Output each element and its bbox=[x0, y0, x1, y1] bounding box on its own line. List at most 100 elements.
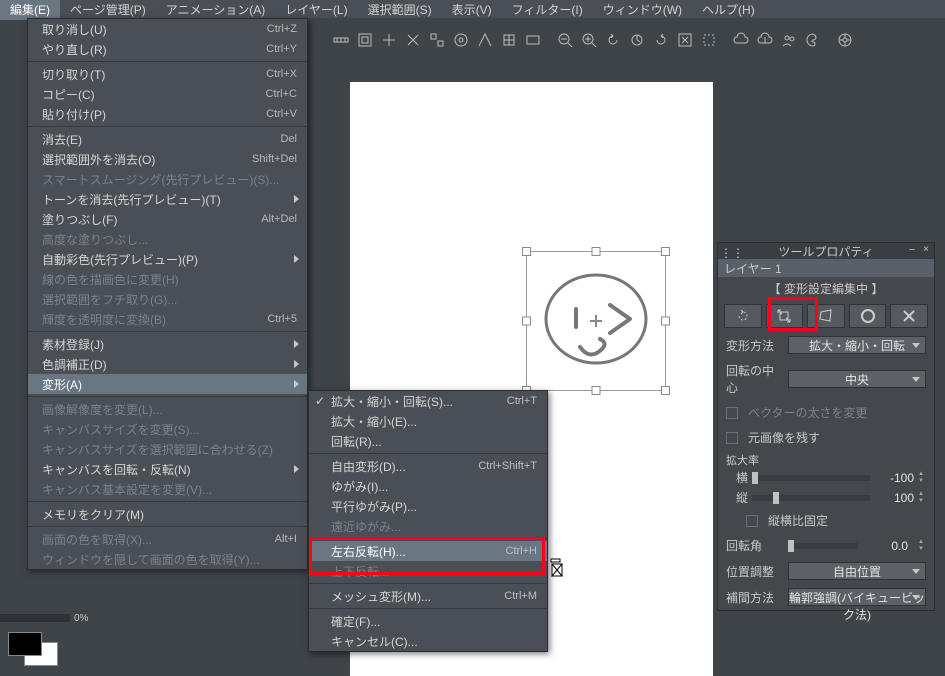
mi-auto-color[interactable]: 自動彩色(先行プレビュー)(P) bbox=[28, 249, 307, 269]
tool-snap3-icon[interactable] bbox=[402, 29, 424, 51]
mi-undo[interactable]: 取り消し(U)Ctrl+Z bbox=[28, 19, 307, 39]
add-cloud-icon[interactable] bbox=[730, 29, 752, 51]
check-keep-orig[interactable] bbox=[726, 432, 738, 444]
tool-snap2-icon[interactable] bbox=[378, 29, 400, 51]
smi-scale-rotate[interactable]: 拡大・縮小・回転(S)...Ctrl+T bbox=[309, 391, 547, 411]
menu-filter[interactable]: フィルター(I) bbox=[502, 0, 593, 20]
menu-page[interactable]: ページ管理(P) bbox=[60, 0, 156, 20]
mi-erase-tone[interactable]: トーンを消去(先行プレビュー)(T) bbox=[28, 189, 307, 209]
smi-distort[interactable]: ゆがみ(I)... bbox=[309, 476, 547, 496]
stepper-v[interactable]: ▲▼ bbox=[916, 491, 926, 505]
smi-scale[interactable]: 拡大・縮小(E)... bbox=[309, 411, 547, 431]
slider-h[interactable] bbox=[752, 475, 870, 481]
progress: 0% bbox=[0, 610, 100, 626]
mi-color-correction[interactable]: 色調補正(D) bbox=[28, 354, 307, 374]
menu-window[interactable]: ウィンドウ(W) bbox=[593, 0, 692, 20]
smi-confirm[interactable]: 確定(F)... bbox=[309, 611, 547, 631]
support-icon[interactable] bbox=[834, 29, 856, 51]
check-vector-width[interactable] bbox=[726, 407, 738, 419]
tool-snap6-icon[interactable] bbox=[474, 29, 496, 51]
mi-erase[interactable]: 消去(E)Del bbox=[28, 129, 307, 149]
handle-l[interactable] bbox=[522, 317, 531, 326]
select-method[interactable]: 拡大・縮小・回転 bbox=[788, 336, 926, 354]
rotate-reset-icon[interactable] bbox=[626, 29, 648, 51]
drawing-face-icon bbox=[540, 265, 656, 381]
tool-snap5-icon[interactable] bbox=[450, 29, 472, 51]
color-swatches[interactable] bbox=[8, 632, 60, 668]
mi-clear-memory[interactable]: メモリをクリア(M) bbox=[28, 504, 307, 524]
rotate-cw-icon[interactable] bbox=[650, 29, 672, 51]
menu-help[interactable]: ヘルプ(H) bbox=[692, 0, 765, 20]
menu-layer[interactable]: レイヤー(L) bbox=[275, 0, 357, 20]
op-reset-icon[interactable] bbox=[724, 304, 762, 328]
smi-flip-h[interactable]: 左右反転(H)...Ctrl+H bbox=[309, 541, 547, 561]
mi-cut[interactable]: 切り取り(T)Ctrl+X bbox=[28, 64, 307, 84]
handle-tr[interactable] bbox=[661, 247, 670, 256]
smi-free-transform[interactable]: 自由変形(D)...Ctrl+Shift+T bbox=[309, 456, 547, 476]
label-interp: 補間方法 bbox=[726, 589, 782, 606]
value-v: 100 bbox=[870, 491, 914, 505]
zoom-in-icon[interactable] bbox=[578, 29, 600, 51]
layer-tab[interactable]: レイヤー 1 bbox=[718, 259, 934, 277]
tool-snap8-icon[interactable] bbox=[522, 29, 544, 51]
op-scale-icon[interactable] bbox=[766, 304, 804, 328]
tool-snap4-icon[interactable] bbox=[426, 29, 448, 51]
mi-redo[interactable]: やり直し(R)Ctrl+Y bbox=[28, 39, 307, 59]
select-center[interactable]: 中央 bbox=[788, 370, 926, 388]
mi-copy[interactable]: コピー(C)Ctrl+C bbox=[28, 84, 307, 104]
marquee-icon[interactable] bbox=[698, 29, 720, 51]
smi-rotate[interactable]: 回転(R)... bbox=[309, 431, 547, 451]
op-free-icon[interactable] bbox=[807, 304, 845, 328]
handle-br[interactable] bbox=[661, 386, 670, 395]
label-center: 回転の中心 bbox=[726, 362, 782, 396]
menu-selection[interactable]: 選択範囲(S) bbox=[358, 0, 442, 20]
handle-r[interactable] bbox=[661, 317, 670, 326]
menu-edit[interactable]: 編集(E) bbox=[0, 0, 60, 20]
mi-canvas-rotate[interactable]: キャンバスを回転・反転(N) bbox=[28, 459, 307, 479]
select-pos[interactable]: 自由位置 bbox=[788, 562, 926, 580]
smi-cancel[interactable]: キャンセル(C)... bbox=[309, 631, 547, 651]
fit-icon[interactable] bbox=[674, 29, 696, 51]
select-interp[interactable]: 輪郭強調(バイキュービック法) bbox=[788, 588, 926, 606]
panel-titlebar[interactable]: ⋮⋮ ツールプロパティ – × bbox=[718, 243, 934, 259]
smi-flip-v: 上下反転... bbox=[309, 561, 547, 581]
transform-submenu: 拡大・縮小・回転(S)...Ctrl+T 拡大・縮小(E)... 回転(R)..… bbox=[308, 390, 548, 652]
mi-erase-outside[interactable]: 選択範囲外を消去(O)Shift+Del bbox=[28, 149, 307, 169]
add-cloud2-icon[interactable] bbox=[754, 29, 776, 51]
palette-icon[interactable] bbox=[802, 29, 824, 51]
minimize-icon[interactable]: – bbox=[906, 244, 918, 256]
people-icon[interactable] bbox=[778, 29, 800, 51]
mi-transform[interactable]: 変形(A) bbox=[28, 374, 307, 394]
handle-t[interactable] bbox=[592, 247, 601, 256]
rotate-ccw-icon[interactable] bbox=[602, 29, 624, 51]
slider-v[interactable] bbox=[752, 495, 870, 501]
panel-title: ツールプロパティ bbox=[778, 245, 873, 259]
menu-view[interactable]: 表示(V) bbox=[442, 0, 502, 20]
tool-snap1-icon[interactable] bbox=[354, 29, 376, 51]
mi-paste[interactable]: 貼り付け(P)Ctrl+V bbox=[28, 104, 307, 124]
menu-anim[interactable]: アニメーション(A) bbox=[156, 0, 276, 20]
tool-rulers-icon[interactable] bbox=[330, 29, 352, 51]
op-cancel-icon[interactable] bbox=[890, 304, 928, 328]
smi-skew[interactable]: 平行ゆがみ(P)... bbox=[309, 496, 547, 516]
tool-snap7-icon[interactable] bbox=[498, 29, 520, 51]
label-pos: 位置調整 bbox=[726, 563, 782, 580]
slider-angle[interactable] bbox=[788, 543, 858, 549]
mi-canvas-settings: キャンバス基本設定を変更(V)... bbox=[28, 479, 307, 499]
stepper-angle[interactable]: ▲▼ bbox=[916, 539, 926, 553]
zoom-out-icon[interactable] bbox=[554, 29, 576, 51]
check-lock-aspect[interactable] bbox=[746, 515, 758, 527]
grip-icon[interactable]: ⋮⋮ bbox=[720, 246, 730, 256]
fg-color-swatch[interactable] bbox=[8, 632, 42, 656]
op-confirm-icon[interactable] bbox=[849, 304, 887, 328]
mi-register-material[interactable]: 素材登録(J) bbox=[28, 334, 307, 354]
handle-tl[interactable] bbox=[522, 247, 531, 256]
smi-mesh[interactable]: メッシュ変形(M)...Ctrl+M bbox=[309, 586, 547, 606]
transform-bounding-box[interactable] bbox=[522, 247, 670, 395]
close-icon[interactable]: × bbox=[920, 244, 932, 256]
stepper-h[interactable]: ▲▼ bbox=[916, 471, 926, 485]
value-h: -100 bbox=[870, 471, 914, 485]
mi-smart-smoothing: スマートスムージング(先行プレビュー)(S)... bbox=[28, 169, 307, 189]
handle-b[interactable] bbox=[592, 386, 601, 395]
mi-fill[interactable]: 塗りつぶし(F)Alt+Del bbox=[28, 209, 307, 229]
